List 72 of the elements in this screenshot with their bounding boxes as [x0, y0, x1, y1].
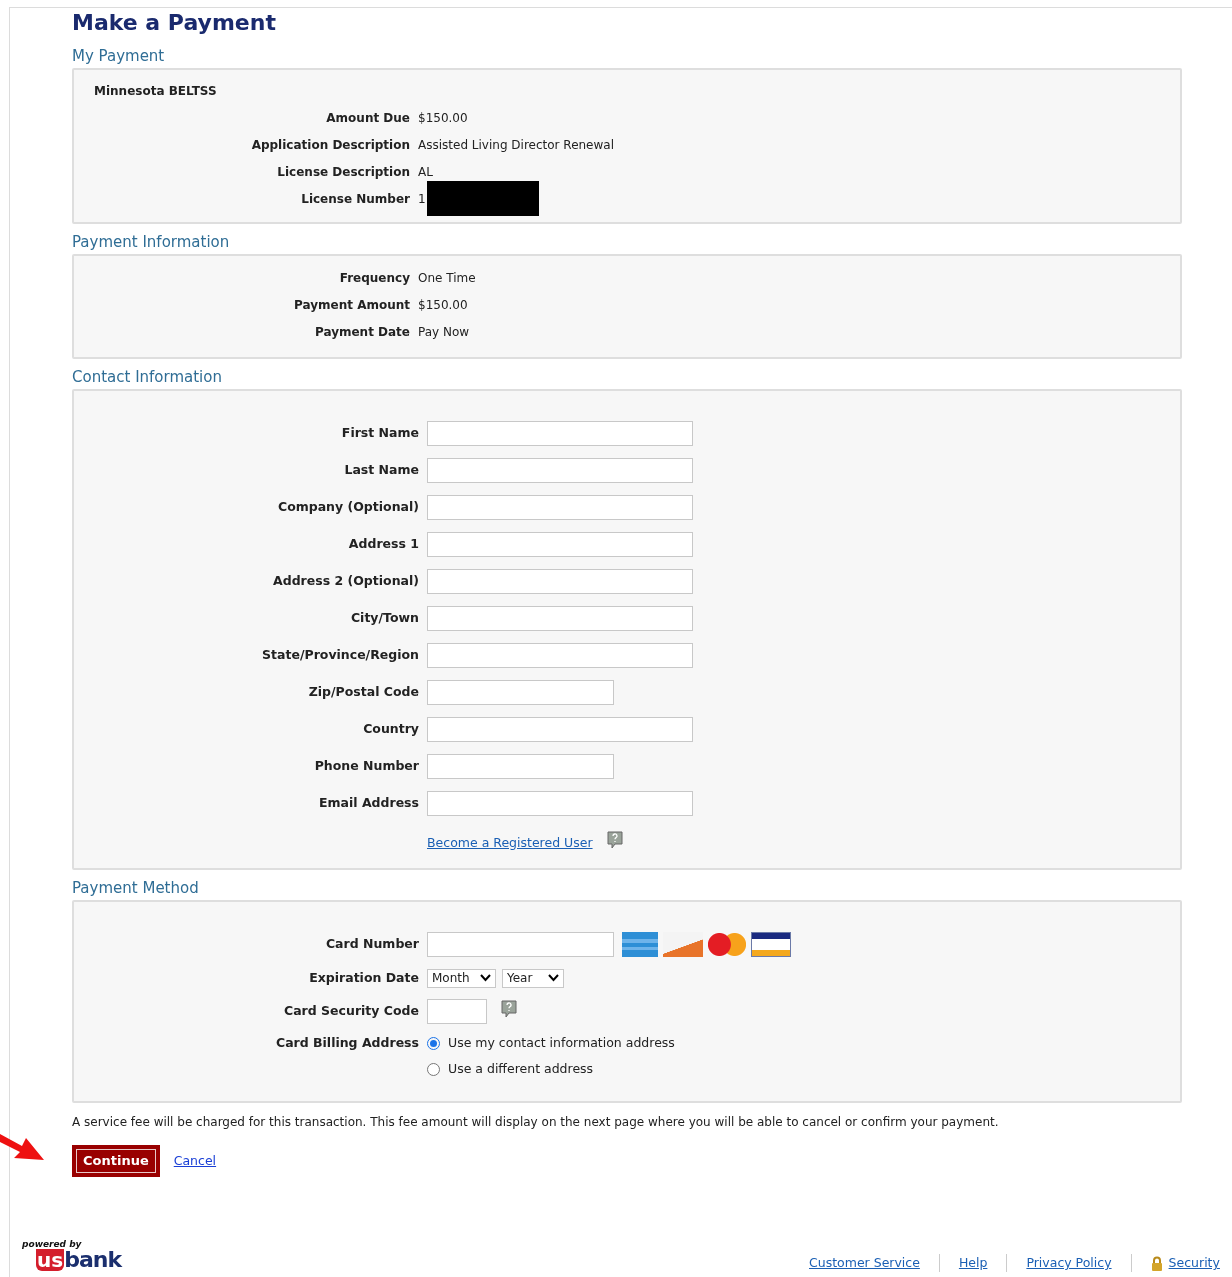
footer-link[interactable]: Privacy Policy [1026, 1254, 1112, 1273]
text-input[interactable] [427, 643, 693, 668]
text-input[interactable] [427, 754, 614, 779]
text-input[interactable] [427, 495, 693, 520]
radio-label[interactable]: Use a different address [448, 1059, 594, 1079]
footer-link[interactable]: Customer Service [809, 1254, 920, 1273]
text-input[interactable] [427, 532, 693, 557]
field-label: Company (Optional) [276, 498, 420, 517]
logo-tagline: powered by [22, 1240, 83, 1249]
section-heading: Contact Information [72, 367, 223, 388]
field-value: $150.00 [418, 109, 468, 127]
field-value: $150.00 [418, 296, 468, 314]
field-label: License Description [276, 163, 411, 181]
text-input[interactable] [427, 791, 693, 816]
section-heading: Payment Method [72, 878, 200, 899]
field-label: Address 2 (Optional) [272, 572, 420, 591]
text-input[interactable] [427, 717, 693, 742]
text-input[interactable] [427, 606, 693, 631]
lock-icon [1150, 1255, 1163, 1271]
field-label: Application Description [250, 136, 411, 154]
register-link[interactable]: Become a Registered User [427, 833, 593, 853]
field-label: Payment Date [313, 323, 411, 341]
cancel-link[interactable]: Cancel [173, 1151, 217, 1171]
field-value: Assisted Living Director Renewal [418, 136, 614, 154]
footer-link[interactable]: Security [1168, 1254, 1220, 1273]
organization-name: Minnesota BELTSS [94, 83, 218, 100]
text-input[interactable] [427, 569, 693, 594]
field-label: State/Province/Region [261, 646, 420, 665]
radio-button[interactable] [427, 1062, 440, 1076]
field-label: Zip/Postal Code [307, 683, 420, 702]
card-logo-icon [751, 932, 791, 957]
chevron-down-icon [480, 974, 491, 982]
field-label: License Number [300, 190, 411, 208]
field-label: Expiration Date [308, 968, 420, 987]
field-label: Country [362, 720, 420, 739]
field-label: Payment Amount [293, 296, 411, 314]
field-value: AL [418, 163, 433, 181]
text-input[interactable] [427, 680, 614, 705]
card-logo-icon [622, 932, 658, 957]
help-icon[interactable] [501, 1000, 517, 1018]
card-logo-icon [708, 932, 746, 957]
text-input[interactable] [427, 458, 693, 483]
service-fee-notice: A service fee will be charged for this transaction. This fee amount will display on the next page where you will be able to cancel or confirm your payment. [72, 1114, 1000, 1131]
field-label: Frequency [338, 269, 411, 287]
field-label: Address 1 [347, 535, 420, 554]
field-label: City/Town [349, 609, 420, 628]
year-dropdown[interactable]: Year [502, 968, 564, 988]
help-icon[interactable] [606, 831, 623, 849]
field-label: Card Billing Address [274, 1033, 420, 1052]
security-code-input[interactable] [427, 998, 487, 1024]
field-value: Pay Now [418, 323, 470, 341]
chevron-down-icon [548, 974, 559, 982]
footer-link[interactable]: Help [958, 1254, 988, 1273]
logo-name: bank [64, 1249, 122, 1271]
field-label: Phone Number [313, 757, 420, 776]
field-value: 1 [418, 190, 426, 208]
month-dropdown[interactable]: Month [427, 968, 496, 988]
section-heading: My Payment [72, 46, 166, 67]
continue-button[interactable]: Continue [72, 1145, 160, 1177]
field-label: First Name [340, 424, 420, 443]
field-label: Amount Due [325, 109, 411, 127]
field-label: Last Name [343, 461, 420, 480]
logo-mark: us [36, 1249, 65, 1271]
field-label: Card Security Code [283, 1001, 420, 1020]
section-heading: Payment Information [72, 232, 231, 253]
text-input[interactable] [427, 421, 693, 446]
card-number-input[interactable] [427, 932, 614, 957]
field-label: Card Number [324, 935, 420, 954]
field-value: One Time [418, 269, 476, 287]
field-label: Email Address [318, 794, 420, 813]
page-title: Make a Payment [72, 9, 277, 37]
radio-label[interactable]: Use my contact information address [448, 1033, 675, 1053]
